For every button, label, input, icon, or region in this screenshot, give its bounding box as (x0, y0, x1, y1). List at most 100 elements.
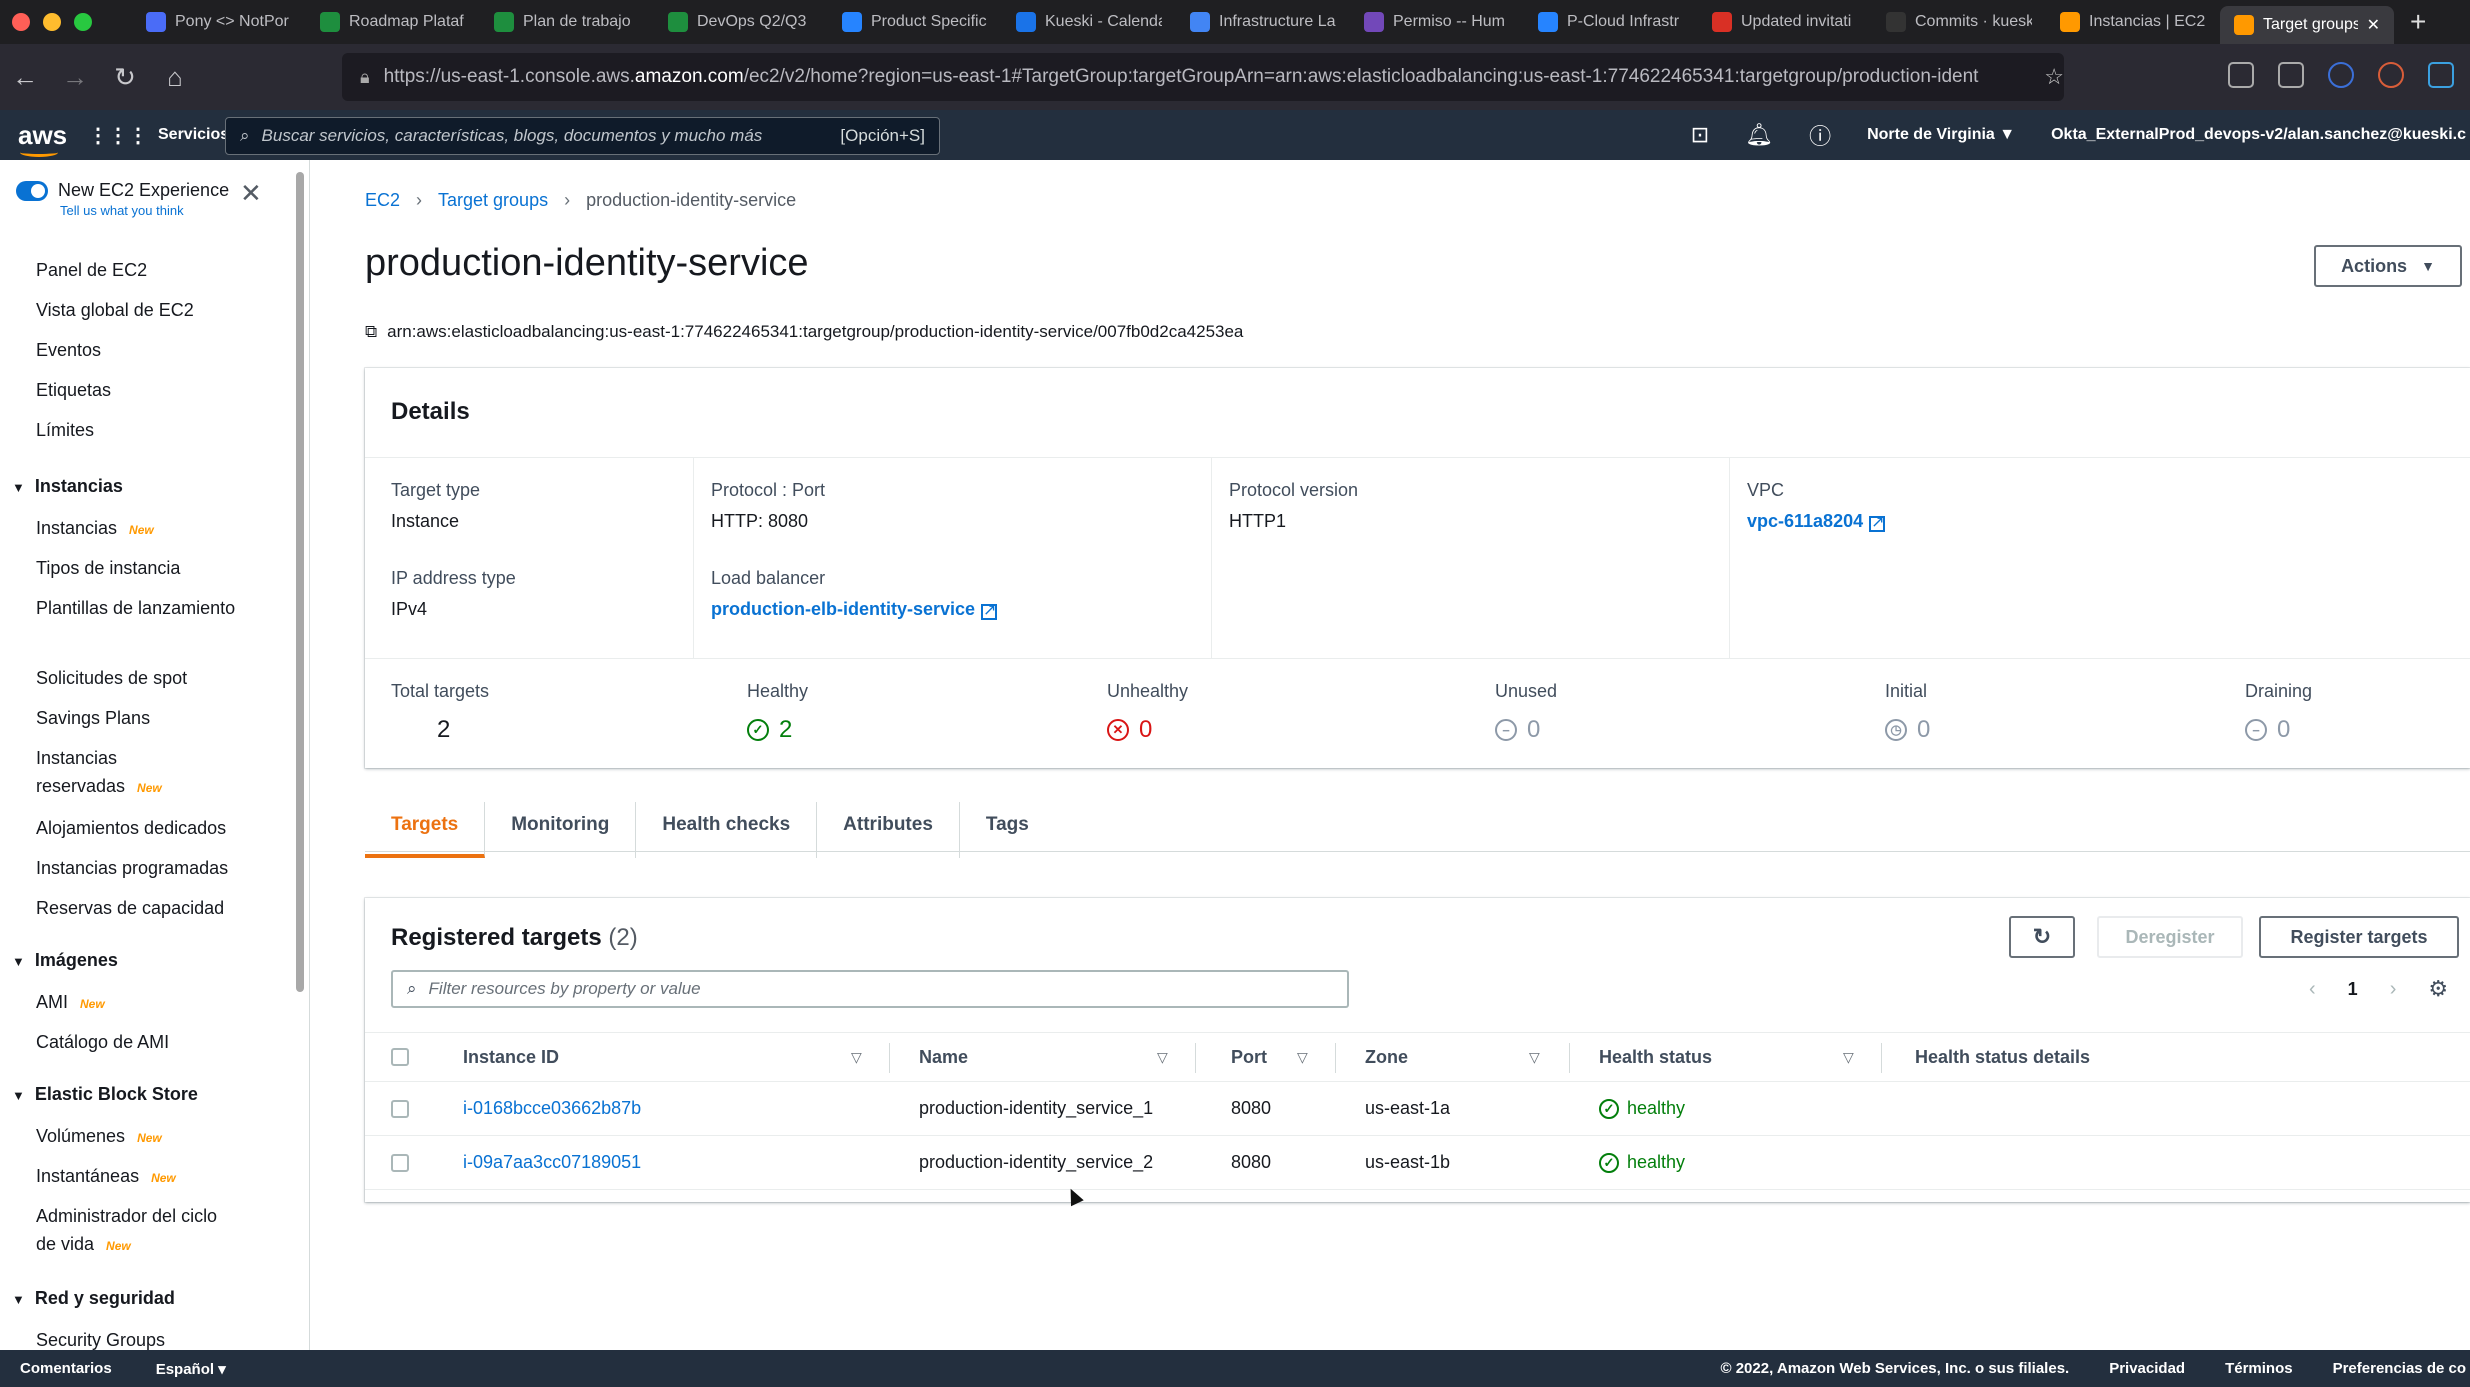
sidebar-item[interactable]: Instancias New (0, 508, 296, 548)
tab-tags[interactable]: Tags (960, 802, 1055, 858)
sidebar-item[interactable]: Alojamientos dedicados (0, 808, 296, 848)
col-port[interactable]: Port (1231, 1033, 1267, 1081)
sidebar-scrollbar[interactable] (296, 172, 304, 992)
sidebar-item[interactable]: Savings Plans (0, 698, 296, 738)
table-row[interactable]: i-09a7aa3cc07189051 production-identity_s… (365, 1136, 2470, 1190)
table-row[interactable]: i-0168bcce03662b87b production-identity_s… (365, 1082, 2470, 1136)
privacy-link[interactable]: Privacidad (2109, 1360, 2185, 1377)
breadcrumb-ec2[interactable]: EC2 (365, 190, 400, 211)
col-zone[interactable]: Zone (1365, 1033, 1408, 1081)
close-tab-icon[interactable]: ✕ (2367, 15, 2380, 35)
sidebar-item[interactable]: Vista global de EC2 (0, 290, 296, 330)
sidebar-item[interactable]: Catálogo de AMI (0, 1022, 296, 1062)
instance-id-link[interactable]: i-09a7aa3cc07189051 (463, 1152, 641, 1173)
account-menu[interactable]: Okta_ExternalProd_devops-v2/alan.sanchez… (2051, 126, 2466, 144)
help-icon[interactable]: ⓘ (1809, 119, 1831, 151)
reload-icon[interactable]: ↻ (100, 62, 150, 93)
browser-tab[interactable]: DevOps Q2/Q3 (654, 0, 828, 44)
browser-tab[interactable]: Permiso -- Hum (1350, 0, 1524, 44)
sidebar-item[interactable]: Reservas de capacidad (0, 888, 296, 928)
feedback-link[interactable]: Tell us what you think (0, 203, 309, 218)
browser-tab[interactable]: Updated invitati (1698, 0, 1872, 44)
copy-icon[interactable]: ⧉ (365, 322, 377, 342)
new-experience-toggle[interactable] (16, 180, 48, 201)
filter-input[interactable]: ⌕ Filter resources by property or value (391, 970, 1349, 1008)
pocket-icon[interactable] (2228, 62, 2254, 88)
row-checkbox[interactable] (391, 1153, 409, 1172)
instance-id-link[interactable]: i-0168bcce03662b87b (463, 1098, 641, 1119)
home-icon[interactable]: ⌂ (150, 62, 200, 93)
extension-icon[interactable] (2378, 62, 2404, 88)
browser-tab[interactable]: Product Specific (828, 0, 1002, 44)
register-targets-button[interactable]: Register targets (2259, 916, 2459, 958)
col-instance-id[interactable]: Instance ID (463, 1033, 559, 1081)
feedback-button[interactable]: Comentarios (20, 1360, 112, 1377)
sidebar-item[interactable]: Eventos (0, 330, 296, 370)
sidebar-item[interactable]: Límites (0, 410, 296, 450)
language-selector[interactable]: Español ▾ (156, 1360, 226, 1378)
services-menu[interactable]: ⋮⋮⋮ Servicios (88, 123, 229, 148)
sidebar-item[interactable]: AMI New (0, 982, 296, 1022)
browser-tab[interactable]: Infrastructure La (1176, 0, 1350, 44)
sidebar-item[interactable]: Plantillas de lanzamiento (0, 588, 240, 658)
close-icon[interactable]: ✕ (240, 178, 262, 209)
sort-icon[interactable]: ▽ (851, 1049, 862, 1066)
breadcrumb-target-groups[interactable]: Target groups (438, 190, 548, 211)
browser-tab[interactable]: Roadmap Plataf (306, 0, 480, 44)
aws-search-input[interactable]: ⌕ Buscar servicios, características, blo… (225, 117, 940, 155)
sidebar-item[interactable]: Tipos de instancia (0, 548, 296, 588)
col-health-status[interactable]: Health status (1599, 1033, 1712, 1081)
vpc-link[interactable]: vpc-611a8204 (1747, 511, 1863, 531)
sidebar-item[interactable]: Instancias programadas (0, 848, 296, 888)
sidebar-section-header[interactable]: Red y seguridad (0, 1276, 296, 1320)
sidebar-item[interactable]: Security Groups (0, 1320, 296, 1350)
tab-health-checks[interactable]: Health checks (636, 802, 818, 858)
close-window-button[interactable] (12, 13, 30, 31)
sidebar-item[interactable]: Administrador del ciclo de vida New (0, 1196, 240, 1266)
browser-tab[interactable]: Instancias | EC2 (2046, 0, 2220, 44)
aws-logo[interactable]: aws (18, 120, 88, 157)
bell-icon[interactable]: 🔔︎ (1745, 122, 1773, 148)
sidebar-icon[interactable] (2278, 62, 2304, 88)
back-icon[interactable]: ← (0, 62, 50, 93)
url-text[interactable]: https://us-east-1.console.aws.amazon.com… (384, 66, 2031, 88)
browser-tab[interactable]: Commits · kuesk (1872, 0, 2046, 44)
browser-tab[interactable]: Pony <> NotPor (132, 0, 306, 44)
bookmark-star-icon[interactable]: ☆ (2044, 64, 2064, 90)
load-balancer-link[interactable]: production-elb-identity-service (711, 599, 975, 619)
browser-tab[interactable]: Plan de trabajo (480, 0, 654, 44)
sidebar-section-header[interactable]: Imágenes (0, 938, 296, 982)
minimize-window-button[interactable] (43, 13, 61, 31)
sidebar-item[interactable]: Panel de EC2 (0, 250, 296, 290)
browser-tab[interactable]: Target groups ✕ (2220, 6, 2394, 44)
current-page[interactable]: 1 (2348, 979, 2358, 1000)
sidebar-item[interactable]: Etiquetas (0, 370, 296, 410)
actions-button[interactable]: Actions ▼ (2314, 245, 2462, 287)
refresh-button[interactable]: ↻ (2009, 916, 2075, 958)
sort-icon[interactable]: ▽ (1157, 1049, 1168, 1066)
browser-tab[interactable]: Kueski - Calenda (1002, 0, 1176, 44)
row-checkbox[interactable] (391, 1099, 409, 1118)
sidebar-item[interactable]: Solicitudes de spot (0, 658, 296, 698)
tab-targets[interactable]: Targets (365, 802, 486, 858)
maximize-window-button[interactable] (74, 13, 92, 31)
sidebar-section-header[interactable]: Instancias (0, 464, 296, 508)
sidebar-item[interactable]: Instancias reservadas New (0, 738, 240, 808)
select-all-checkbox[interactable] (391, 1048, 409, 1066)
tab-attributes[interactable]: Attributes (817, 802, 960, 858)
tab-monitoring[interactable]: Monitoring (485, 802, 637, 858)
settings-gear-icon[interactable]: ⚙ (2428, 976, 2448, 1002)
col-name[interactable]: Name (919, 1033, 968, 1081)
sidebar-item[interactable]: Instantáneas New (0, 1156, 296, 1196)
next-page-icon[interactable]: › (2390, 978, 2397, 1001)
new-tab-button[interactable]: + (2394, 6, 2442, 38)
profile-icon[interactable] (2428, 62, 2454, 88)
sort-icon[interactable]: ▽ (1297, 1049, 1308, 1066)
forward-icon[interactable]: → (50, 62, 100, 93)
sidebar-item[interactable]: Volúmenes New (0, 1116, 296, 1156)
deregister-button[interactable]: Deregister (2097, 916, 2243, 958)
cookie-preferences-link[interactable]: Preferencias de co (2333, 1360, 2466, 1377)
sort-icon[interactable]: ▽ (1529, 1049, 1540, 1066)
cloudshell-icon[interactable]: ⊡ (1691, 122, 1709, 148)
browser-tab[interactable]: P-Cloud Infrastr (1524, 0, 1698, 44)
